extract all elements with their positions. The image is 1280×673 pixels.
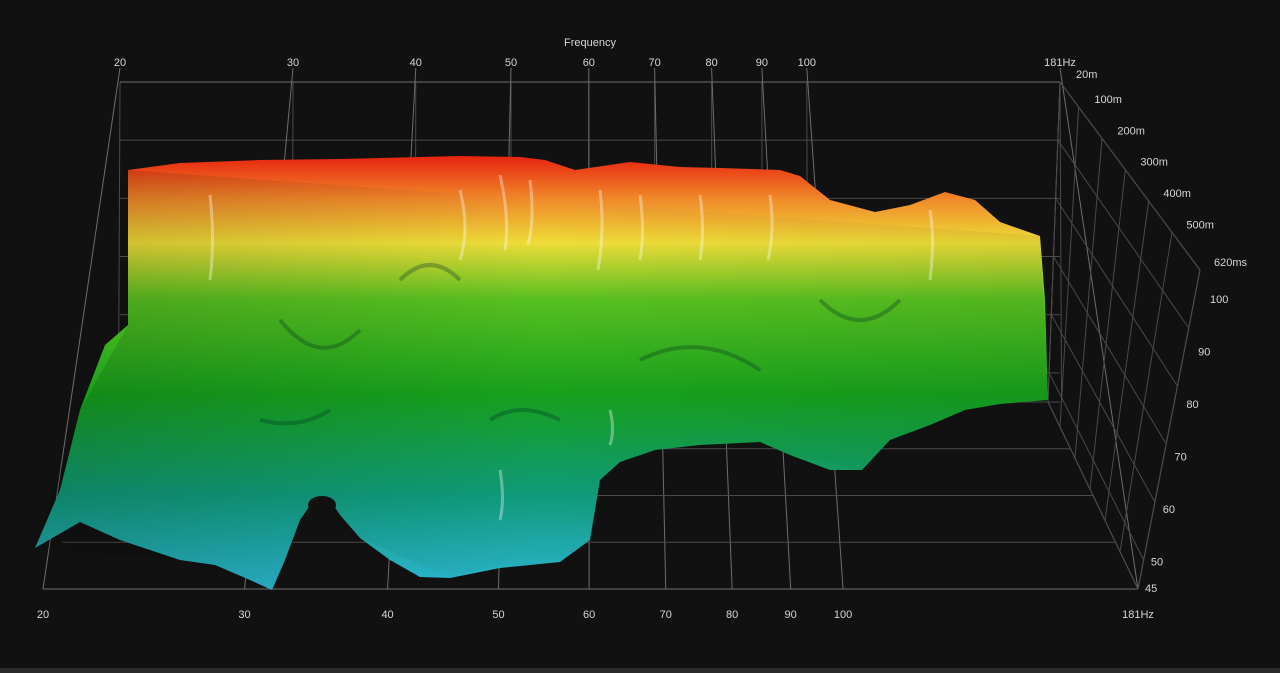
- level-tick-label: 100: [1210, 294, 1228, 306]
- x-bottom-tick-label: 60: [583, 609, 595, 621]
- time-tick-label: 620ms: [1214, 257, 1248, 269]
- side-time-line: [1059, 107, 1080, 427]
- x-axis-top: 20 30 40 50 60 70 80 90 100 181Hz: [114, 57, 1076, 69]
- surface-shading: [35, 170, 1048, 590]
- side-grid: [1047, 81, 1201, 590]
- x-top-tick-label: 20: [114, 57, 126, 69]
- time-tick-label: 20m: [1076, 69, 1097, 81]
- x-top-tick-label: 70: [648, 57, 660, 69]
- time-tick-label: 100m: [1094, 94, 1122, 106]
- level-tick-label: 50: [1151, 557, 1163, 569]
- x-bottom-tick-label: 80: [726, 609, 738, 621]
- side-level-line: [1057, 139, 1190, 329]
- x-top-tick-label: 50: [505, 57, 517, 69]
- level-tick-label: 45: [1145, 583, 1157, 595]
- x-bottom-tick-label: 90: [785, 609, 797, 621]
- x-top-tick-label: 181Hz: [1044, 57, 1076, 69]
- x-bottom-tick-label: 100: [834, 609, 852, 621]
- level-tick-label: 60: [1163, 504, 1175, 516]
- status-bar: [0, 668, 1280, 673]
- x-top-tick-label: 80: [705, 57, 717, 69]
- side-level-line: [1048, 372, 1145, 561]
- time-tick-label: 500m: [1186, 219, 1214, 231]
- x-top-tick-label: 60: [583, 57, 595, 69]
- side-time-line: [1047, 81, 1061, 403]
- side-level-line: [1055, 198, 1178, 387]
- x-bottom-tick-label: 70: [660, 609, 672, 621]
- level-tick-label: 90: [1198, 347, 1210, 359]
- surface-hole: [308, 496, 336, 514]
- time-axis: 20m 100m 200m 300m 400m 500m 620ms: [1076, 69, 1248, 269]
- x-axis-bottom: 20 30 40 50 60 70 80 90 100 181Hz: [37, 609, 1154, 621]
- x-bottom-tick-label: 40: [381, 609, 393, 621]
- time-tick-label: 400m: [1163, 188, 1191, 200]
- x-bottom-tick-label: 50: [492, 609, 504, 621]
- level-tick-label: 70: [1175, 452, 1187, 464]
- waterfall-surface: [35, 156, 1048, 590]
- x-top-tick-label: 100: [798, 57, 816, 69]
- side-level-line: [1059, 81, 1201, 271]
- x-top-tick-label: 90: [756, 57, 768, 69]
- x-bottom-tick-label: 20: [37, 609, 49, 621]
- chart-title: Frequency: [564, 37, 616, 49]
- side-time-line: [1104, 200, 1150, 521]
- side-time-line: [1137, 269, 1201, 590]
- x-bottom-tick-label: 30: [238, 609, 250, 621]
- x-top-tick-label: 40: [410, 57, 422, 69]
- waterfall-plot: 20 30 40 50 60 70 80 90 100 181Hz 20 30 40 50 60 70 80 9…: [35, 37, 1248, 621]
- back-vline: [1059, 81, 1063, 403]
- level-tick-label: 80: [1186, 399, 1198, 411]
- x-bottom-tick-label: 181Hz: [1122, 609, 1154, 621]
- time-tick-label: 300m: [1140, 157, 1168, 169]
- x-top-tick-label: 30: [287, 57, 299, 69]
- time-tick-label: 200m: [1117, 125, 1145, 137]
